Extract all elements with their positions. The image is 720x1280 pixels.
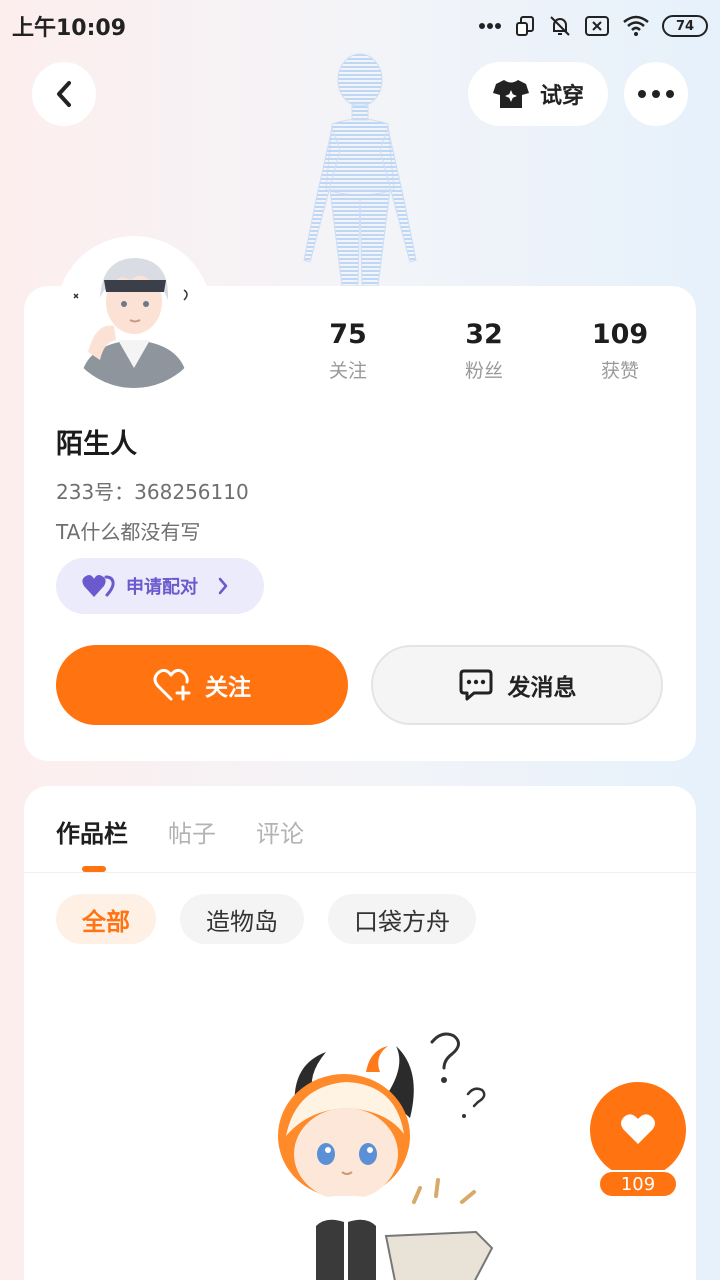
mute-icon	[550, 16, 570, 36]
battery-level: 74	[675, 18, 695, 34]
following-count: 75	[329, 319, 367, 350]
try-on-button[interactable]: 试穿	[468, 62, 608, 126]
dots-icon	[479, 23, 501, 29]
pair-request-button[interactable]: 申请配对	[56, 558, 264, 614]
battery-icon: 74	[662, 15, 708, 37]
user-id: 233号：368256110	[56, 480, 249, 504]
back-button[interactable]	[32, 62, 96, 126]
tab-posts[interactable]: 帖子	[168, 814, 216, 874]
followers-count: 32	[465, 319, 503, 350]
filter-creation-island[interactable]: 造物岛	[180, 894, 304, 944]
avatar-illustration	[60, 240, 208, 388]
double-heart-icon	[82, 575, 115, 597]
nickname: 陌生人	[56, 429, 137, 460]
hologram-figure	[303, 53, 417, 286]
works-card: 作品栏 帖子 评论 全部 造物岛 口袋方舟	[24, 786, 696, 1280]
filter-chips: 全部 造物岛 口袋方舟	[56, 894, 476, 944]
wifi-icon	[623, 15, 649, 36]
heart-icon	[621, 1114, 655, 1144]
like-button[interactable]	[590, 1082, 686, 1178]
sim-off-icon	[585, 16, 609, 36]
status-bar: 上午10:09 74	[0, 0, 720, 50]
likes-label: 获赞	[600, 360, 639, 382]
chevron-right-icon	[218, 577, 228, 595]
more-button[interactable]	[624, 62, 688, 126]
try-on-label: 试穿	[539, 84, 584, 109]
bio: TA什么都没有写	[56, 520, 201, 544]
follow-label: 关注	[205, 675, 251, 701]
tshirt-icon	[492, 80, 529, 108]
stat-following[interactable]: 75 关注	[280, 318, 416, 388]
chat-bubble-icon	[459, 669, 492, 701]
chevron-left-icon	[57, 81, 71, 107]
following-label: 关注	[328, 360, 367, 382]
tab-comments[interactable]: 评论	[256, 814, 304, 874]
screen-rotate-icon	[516, 16, 534, 36]
empty-state-mascot	[278, 1032, 494, 1280]
follow-button[interactable]: 关注	[56, 645, 348, 725]
more-dots-icon	[638, 90, 674, 98]
content-tabs: 作品栏 帖子 评论	[56, 814, 304, 874]
filter-all[interactable]: 全部	[56, 894, 156, 944]
stats-row: 75 关注 32 粉丝 109 获赞	[280, 318, 688, 388]
heart-plus-icon	[153, 668, 191, 701]
status-icons: 74	[478, 12, 708, 40]
send-message-label: 发消息	[507, 675, 577, 701]
avatar[interactable]	[56, 236, 212, 392]
stat-followers[interactable]: 32 粉丝	[416, 318, 552, 388]
followers-label: 粉丝	[464, 360, 503, 382]
send-message-button[interactable]: 发消息	[371, 645, 663, 725]
tabs-divider	[24, 872, 696, 873]
like-count-badge: 109	[598, 1170, 678, 1198]
tab-works[interactable]: 作品栏	[56, 814, 128, 874]
likes-count: 109	[591, 319, 649, 350]
pair-request-label: 申请配对	[126, 577, 198, 598]
filter-pocket-ark[interactable]: 口袋方舟	[328, 894, 476, 944]
status-time: 上午10:09	[12, 16, 127, 41]
stat-likes[interactable]: 109 获赞	[552, 318, 688, 388]
